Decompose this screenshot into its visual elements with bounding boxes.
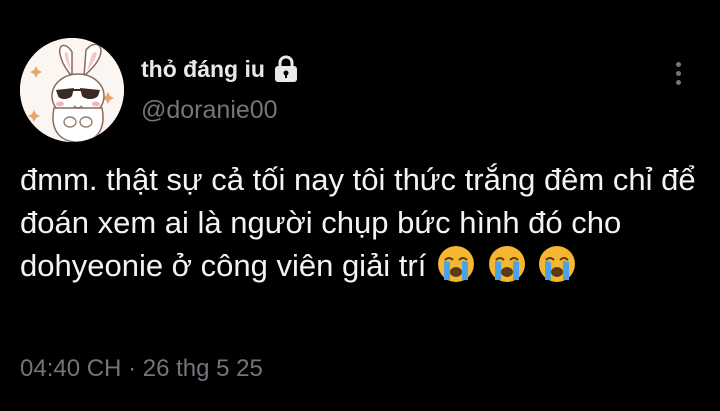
tweet-date: 26 thg 5 25 <box>142 355 263 382</box>
author-name-row: thỏ đáng iu <box>141 52 299 86</box>
loudly-crying-face-icon <box>435 244 477 284</box>
loudly-crying-face-icon <box>486 244 528 284</box>
loudly-crying-face-icon <box>536 244 578 284</box>
bunny-avatar-icon <box>20 38 124 142</box>
display-name[interactable]: thỏ đáng iu <box>141 56 265 83</box>
author-handle[interactable]: @doranie00 <box>141 96 278 125</box>
timestamp-separator: · <box>128 355 137 382</box>
lock-icon <box>273 55 299 83</box>
tweet-time: 04:40 CH <box>20 355 122 382</box>
more-options-button[interactable] <box>662 56 694 90</box>
tweet: thỏ đáng iu @doranie00 đmm. thật sự cả t… <box>0 0 720 411</box>
avatar[interactable] <box>20 38 124 142</box>
more-vertical-icon <box>675 61 681 67</box>
tweet-text-content: đmm. thật sự cả tối nay tôi thức trắng đ… <box>20 162 696 283</box>
tweet-timestamp[interactable]: 04:40 CH · 26 thg 5 25 <box>20 355 263 383</box>
tweet-text: đmm. thật sự cả tối nay tôi thức trắng đ… <box>20 158 710 287</box>
